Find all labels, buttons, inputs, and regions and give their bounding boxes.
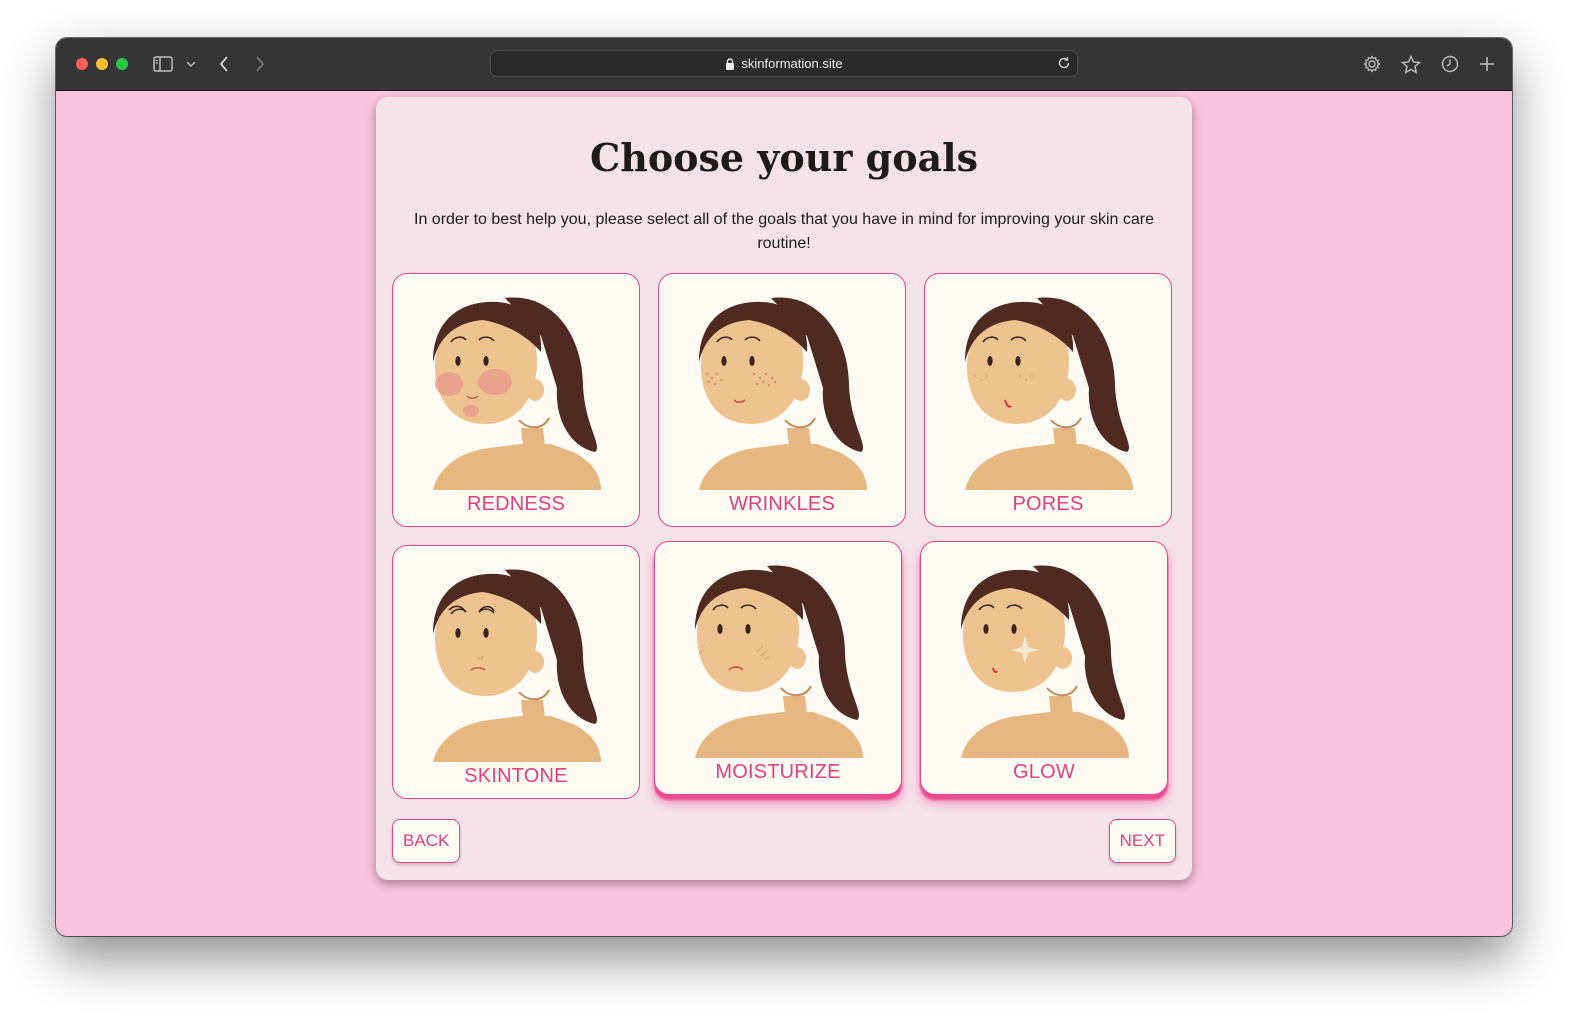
goal-moisturize[interactable]: MOISTURIZE: [654, 541, 902, 795]
address-bar[interactable]: skinformation.site: [490, 50, 1078, 77]
reload-icon[interactable]: [1057, 56, 1071, 73]
goal-pores[interactable]: PORES: [924, 273, 1172, 527]
goal-label: SKINTONE: [464, 765, 568, 787]
maximize-window-button[interactable]: [116, 58, 128, 70]
next-button[interactable]: NEXT: [1108, 819, 1176, 863]
goal-label: REDNESS: [466, 493, 566, 515]
face-wrinkles-icon: [699, 296, 867, 490]
forward-arrow-icon[interactable]: [252, 53, 268, 75]
sidebar-toggle-icon[interactable]: [152, 53, 174, 75]
face-glow-icon: [961, 564, 1129, 758]
browser-toolbar: skinformation.site: [56, 38, 1512, 91]
page-subtitle: In order to best help you, please select…: [414, 211, 1154, 252]
close-window-button[interactable]: [76, 58, 88, 70]
chevron-down-icon[interactable]: [184, 53, 198, 75]
page-title: Choose your goals: [589, 135, 979, 180]
minimize-window-button[interactable]: [96, 58, 108, 70]
gear-icon[interactable]: [1361, 53, 1383, 75]
goals-card: Choose your goals In order to best help …: [376, 97, 1192, 880]
goal-label: PORES: [1012, 493, 1084, 515]
goal-redness[interactable]: REDNESS: [392, 273, 640, 527]
goal-glow[interactable]: GLOW: [920, 541, 1168, 795]
back-button[interactable]: BACK: [392, 819, 461, 863]
face-skintone-icon: [433, 568, 601, 762]
history-clock-icon[interactable]: [1439, 53, 1461, 75]
browser-window: skinformation.site Choose your goals In …: [56, 38, 1512, 936]
star-icon[interactable]: [1400, 53, 1422, 75]
goal-skintone[interactable]: SKINTONE: [392, 545, 640, 799]
url-text: skinformation.site: [741, 56, 843, 71]
goal-wrinkles[interactable]: WRINKLES: [658, 273, 906, 527]
lock-icon: [726, 57, 735, 70]
goal-label: GLOW: [1013, 761, 1075, 783]
goal-label: MOISTURIZE: [715, 761, 841, 783]
face-moisturize-icon: [695, 564, 863, 758]
back-arrow-icon[interactable]: [216, 53, 232, 75]
face-redness-icon: [433, 296, 601, 490]
goal-label: WRINKLES: [728, 493, 836, 515]
face-pores-icon: [965, 296, 1133, 490]
new-tab-plus-icon[interactable]: [1476, 53, 1498, 75]
